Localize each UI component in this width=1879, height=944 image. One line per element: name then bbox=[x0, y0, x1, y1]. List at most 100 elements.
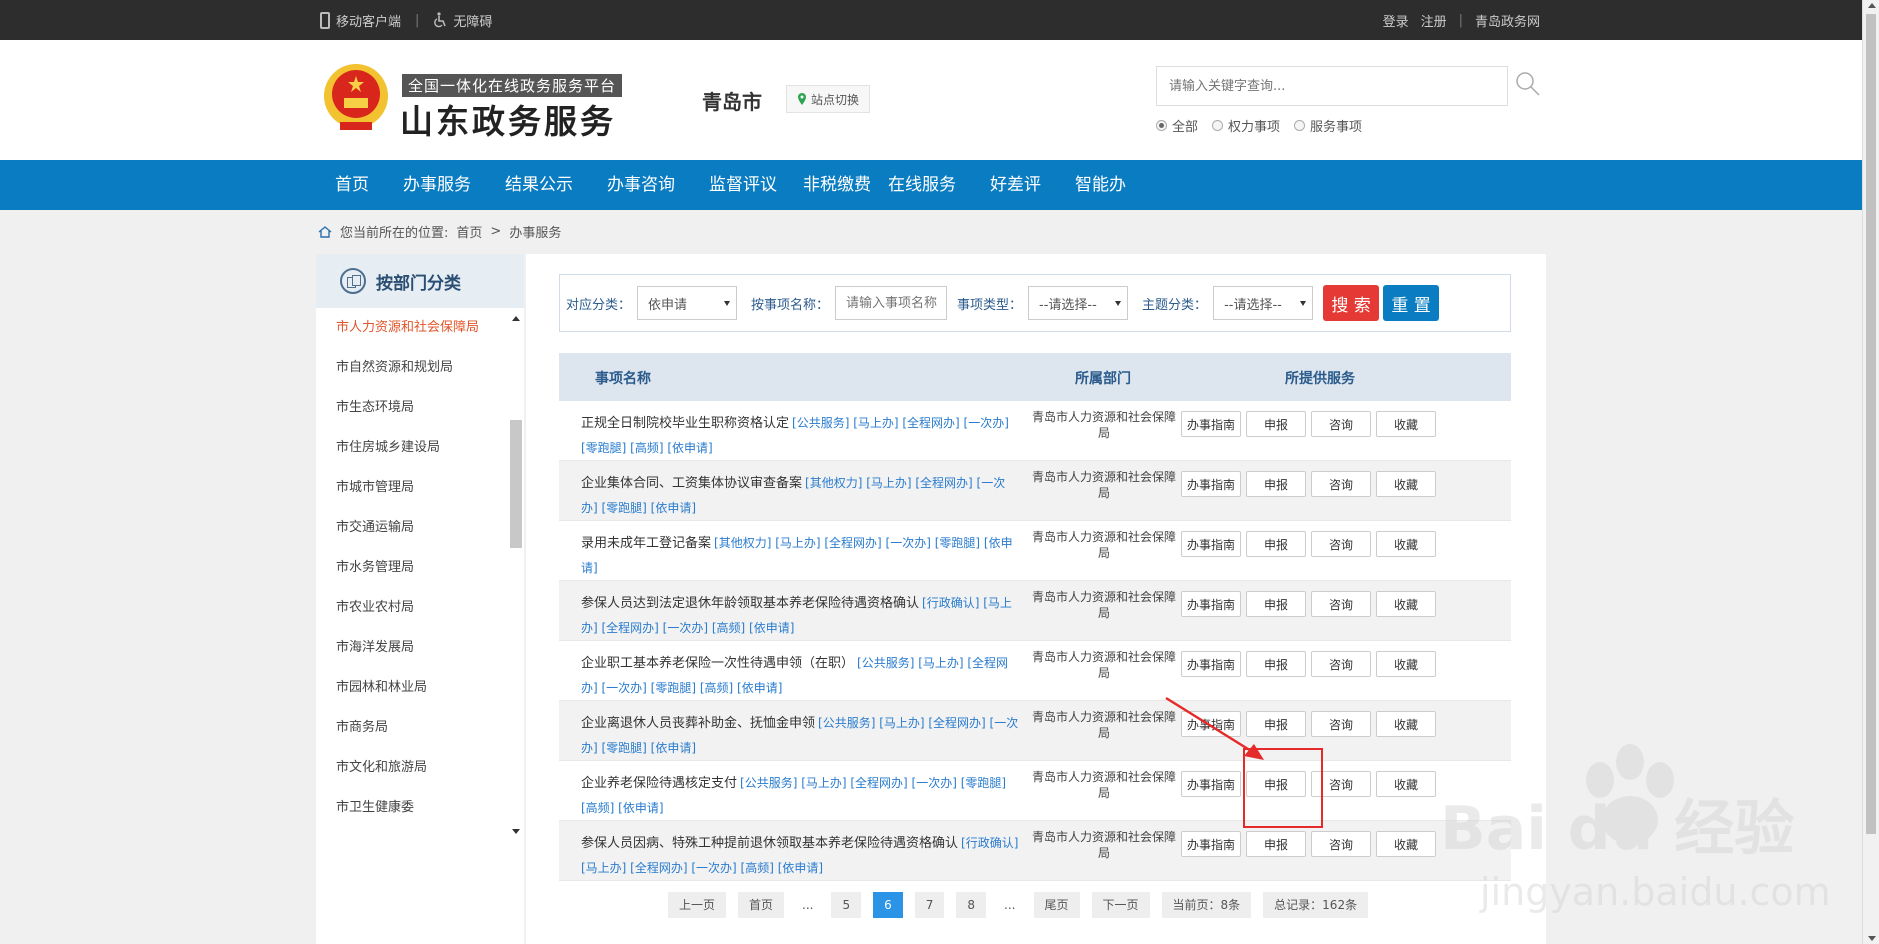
nav-supervision[interactable]: 监督评议 bbox=[692, 160, 794, 210]
apply-button[interactable]: 申报 bbox=[1246, 531, 1306, 557]
item-name-link[interactable]: 参保人员达到法定退休年龄领取基本养老保险待遇资格确认 bbox=[581, 596, 919, 611]
page-6-current[interactable]: 6 bbox=[873, 892, 903, 918]
dept-item-housing[interactable]: 市住房城乡建设局 bbox=[316, 438, 524, 458]
first-page-button[interactable]: 首页 bbox=[738, 892, 785, 918]
apply-button[interactable]: 申报 bbox=[1246, 591, 1306, 617]
search-button[interactable]: 搜 索 bbox=[1323, 285, 1380, 321]
item-name-link[interactable]: 企业离退休人员丧葬补助金、抚恤金申领 bbox=[581, 716, 815, 731]
guide-button[interactable]: 办事指南 bbox=[1181, 771, 1241, 797]
mobile-client-link[interactable]: 移动客户端 bbox=[320, 11, 401, 30]
dept-item-hrss[interactable]: 市人力资源和社会保障局 bbox=[316, 318, 524, 338]
sidebar-header: 按部门分类 bbox=[316, 254, 524, 308]
radio-service-items[interactable]: 服务事项 bbox=[1294, 116, 1362, 135]
sidebar-scroll-up-icon[interactable] bbox=[512, 316, 520, 321]
guide-button[interactable]: 办事指南 bbox=[1181, 591, 1241, 617]
scroll-down-icon[interactable] bbox=[1868, 936, 1876, 941]
last-page-button[interactable]: 尾页 bbox=[1033, 892, 1080, 918]
category-select[interactable]: 依申请 bbox=[637, 286, 738, 320]
scroll-up-icon[interactable] bbox=[1868, 3, 1876, 8]
dept-item-forestry[interactable]: 市园林和林业局 bbox=[316, 678, 524, 698]
dept-item-agriculture[interactable]: 市农业农村局 bbox=[316, 598, 524, 618]
site-switch-button[interactable]: 站点切换 bbox=[786, 85, 871, 113]
favorite-button[interactable]: 收藏 bbox=[1376, 471, 1436, 497]
apply-button[interactable]: 申报 bbox=[1246, 411, 1306, 437]
item-name-link[interactable]: 企业集体合同、工资集体协议审查备案 bbox=[581, 476, 802, 491]
dept-item-commerce[interactable]: 市商务局 bbox=[316, 718, 524, 738]
consult-button[interactable]: 咨询 bbox=[1311, 591, 1371, 617]
reset-button[interactable]: 重 置 bbox=[1383, 285, 1440, 321]
nav-review[interactable]: 好差评 bbox=[973, 160, 1058, 210]
prev-page-button[interactable]: 上一页 bbox=[668, 892, 727, 918]
nav-consult[interactable]: 办事咨询 bbox=[590, 160, 692, 210]
login-link[interactable]: 登录 bbox=[1383, 11, 1409, 30]
search-icon[interactable] bbox=[1514, 70, 1542, 98]
nav-services[interactable]: 办事服务 bbox=[386, 160, 488, 210]
guide-button[interactable]: 办事指南 bbox=[1181, 471, 1241, 497]
nav-smart[interactable]: 智能办 bbox=[1058, 160, 1143, 210]
page-8[interactable]: 8 bbox=[956, 892, 987, 918]
favorite-button[interactable]: 收藏 bbox=[1376, 711, 1436, 737]
radio-power-items[interactable]: 权力事项 bbox=[1212, 116, 1280, 135]
consult-button[interactable]: 咨询 bbox=[1311, 831, 1371, 857]
favorite-button[interactable]: 收藏 bbox=[1376, 591, 1436, 617]
sidebar-scroll-down-icon[interactable] bbox=[512, 829, 520, 834]
accessibility-link[interactable]: 无障碍 bbox=[433, 11, 492, 30]
pager-ellipsis: ... bbox=[802, 898, 814, 912]
favorite-button[interactable]: 收藏 bbox=[1376, 771, 1436, 797]
department-icon bbox=[340, 268, 366, 294]
total-records-info: 总记录：162条 bbox=[1263, 892, 1369, 918]
item-name-link[interactable]: 企业养老保险待遇核定支付 bbox=[581, 776, 737, 791]
apply-button[interactable]: 申报 bbox=[1246, 831, 1306, 857]
favorite-button[interactable]: 收藏 bbox=[1376, 411, 1436, 437]
nav-non-tax[interactable]: 非税缴费 bbox=[794, 160, 879, 210]
annotation-highlight-box bbox=[1243, 748, 1323, 828]
guide-button[interactable]: 办事指南 bbox=[1181, 831, 1241, 857]
item-name-link[interactable]: 参保人员因病、特殊工种提前退休领取基本养老保险待遇资格确认 bbox=[581, 836, 958, 851]
radio-power-label: 权力事项 bbox=[1228, 120, 1281, 135]
consult-button[interactable]: 咨询 bbox=[1311, 471, 1371, 497]
dept-list: 市人力资源和社会保障局 市自然资源和规划局 市生态环境局 市住房城乡建设局 市城… bbox=[316, 308, 524, 818]
nav-results[interactable]: 结果公示 bbox=[488, 160, 590, 210]
theme-select[interactable]: --请选择-- bbox=[1213, 286, 1314, 320]
nav-home[interactable]: 首页 bbox=[318, 160, 386, 210]
page-7[interactable]: 7 bbox=[914, 892, 945, 918]
page-scrollbar[interactable] bbox=[1862, 0, 1879, 944]
watermark-url: jingyan.baidu.com bbox=[1480, 870, 1831, 914]
page-5[interactable]: 5 bbox=[831, 892, 862, 918]
dept-item-water[interactable]: 市水务管理局 bbox=[316, 558, 524, 578]
nav-online[interactable]: 在线服务 bbox=[879, 160, 973, 210]
guide-button[interactable]: 办事指南 bbox=[1181, 651, 1241, 677]
register-link[interactable]: 注册 bbox=[1421, 11, 1447, 30]
favorite-button[interactable]: 收藏 bbox=[1376, 831, 1436, 857]
consult-button[interactable]: 咨询 bbox=[1311, 411, 1371, 437]
apply-button[interactable]: 申报 bbox=[1246, 651, 1306, 677]
sidebar-scrollbar-thumb[interactable] bbox=[510, 420, 522, 548]
apply-button[interactable]: 申报 bbox=[1246, 471, 1306, 497]
dept-item-culture-tourism[interactable]: 市文化和旅游局 bbox=[316, 758, 524, 778]
breadcrumb-home[interactable]: 首页 bbox=[456, 222, 482, 241]
dept-item-ocean[interactable]: 市海洋发展局 bbox=[316, 638, 524, 658]
search-input[interactable] bbox=[1157, 67, 1507, 105]
consult-button[interactable]: 咨询 bbox=[1311, 651, 1371, 677]
qingdao-site-link[interactable]: 青岛政务网 bbox=[1475, 11, 1540, 30]
radio-all[interactable]: 全部 bbox=[1156, 116, 1198, 135]
consult-button[interactable]: 咨询 bbox=[1311, 531, 1371, 557]
item-name-link[interactable]: 录用未成年工登记备案 bbox=[581, 536, 711, 551]
page-scrollbar-thumb[interactable] bbox=[1866, 14, 1876, 834]
guide-button[interactable]: 办事指南 bbox=[1181, 411, 1241, 437]
favorite-button[interactable]: 收藏 bbox=[1376, 531, 1436, 557]
item-type-select[interactable]: --请选择-- bbox=[1028, 286, 1129, 320]
brand-title[interactable]: 山东政务服务 bbox=[400, 95, 616, 143]
dept-item-natural-resources[interactable]: 市自然资源和规划局 bbox=[316, 358, 524, 378]
item-name-link[interactable]: 正规全日制院校毕业生职称资格认定 bbox=[581, 416, 789, 431]
dept-item-ecology[interactable]: 市生态环境局 bbox=[316, 398, 524, 418]
consult-button[interactable]: 咨询 bbox=[1311, 711, 1371, 737]
guide-button[interactable]: 办事指南 bbox=[1181, 531, 1241, 557]
item-name-input[interactable] bbox=[836, 287, 947, 319]
favorite-button[interactable]: 收藏 bbox=[1376, 651, 1436, 677]
dept-item-transport[interactable]: 市交通运输局 bbox=[316, 518, 524, 538]
dept-item-health[interactable]: 市卫生健康委 bbox=[316, 798, 524, 818]
next-page-button[interactable]: 下一页 bbox=[1091, 892, 1150, 918]
dept-item-urban-management[interactable]: 市城市管理局 bbox=[316, 478, 524, 498]
item-name-link[interactable]: 企业职工基本养老保险一次性待遇申领（在职） bbox=[581, 656, 854, 671]
